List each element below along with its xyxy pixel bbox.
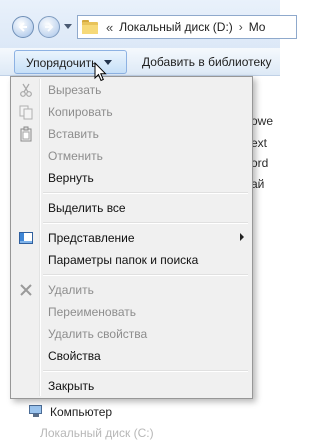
menu-item-label: Параметры папок и поиска (48, 253, 199, 267)
menu-item-label: Переименовать (48, 305, 136, 319)
menu-item-copy[interactable]: Копировать (13, 101, 250, 123)
copy-icon (19, 105, 33, 120)
file-name-fragment[interactable]: ай (251, 177, 264, 191)
menu-separator (43, 192, 248, 194)
menu-item-label: Выделить все (48, 201, 126, 215)
menu-item-label: Копировать (48, 105, 113, 119)
menu-item-label: Удалить свойства (48, 327, 148, 341)
nav-item-faded[interactable]: Локальный диск (C:) (40, 426, 154, 440)
address-area: « Локальный диск (D:) › Mo (0, 0, 297, 48)
menu-item-delete[interactable]: Удалить (13, 279, 250, 301)
submenu-arrow-icon (240, 233, 244, 241)
clipboard-icon (20, 126, 32, 142)
menu-item-label: Вырезать (48, 83, 102, 97)
menu-item-undo[interactable]: Отменить (13, 145, 250, 167)
menu-item-close[interactable]: Закрыть (13, 375, 250, 397)
menu-item-properties[interactable]: Свойства (13, 345, 250, 367)
menu-item-paste[interactable]: Вставить (13, 123, 250, 145)
menu-separator (43, 370, 248, 372)
menu-item-label: Свойства (48, 349, 101, 363)
menu-item-label: Отменить (48, 149, 103, 163)
navigation-pane: Компьютер Локальный диск (C:) (0, 400, 280, 440)
menu-item-label: Удалить (48, 283, 94, 297)
forward-arrow-icon (45, 22, 54, 32)
folder-icon (82, 19, 98, 34)
breadcrumb-separator[interactable]: › (239, 20, 243, 34)
breadcrumb-current[interactable]: Mo (249, 20, 266, 34)
menu-item-label: Вставить (48, 127, 99, 141)
menu-item-redo[interactable]: Вернуть (13, 167, 250, 189)
menu-item-label: Вернуть (48, 171, 94, 185)
menu-item-cut[interactable]: Вырезать (13, 79, 250, 101)
delete-x-icon (20, 284, 32, 296)
nav-item-label: Компьютер (50, 405, 113, 419)
organize-label: Упорядочить (26, 56, 98, 70)
menu-item-select-all[interactable]: Выделить все (13, 197, 250, 219)
menu-separator (43, 222, 248, 224)
menu-item-label: Закрыть (48, 379, 95, 393)
command-bar: Упорядочить Добавить в библиотеку (0, 48, 280, 76)
menu-separator (43, 274, 248, 276)
computer-icon (28, 405, 44, 419)
recent-pages-dropdown-icon[interactable] (64, 24, 72, 29)
scissors-icon (20, 83, 32, 97)
file-name-fragment[interactable]: ext (251, 136, 267, 150)
add-to-library-button[interactable]: Добавить в библиотеку (142, 55, 272, 69)
back-button[interactable] (12, 16, 34, 38)
organize-button[interactable]: Упорядочить (14, 50, 127, 74)
nav-item-computer[interactable]: Компьютер (28, 405, 112, 419)
menu-item-view[interactable]: Представление (13, 227, 250, 249)
file-name-fragment[interactable]: owe (251, 114, 273, 128)
back-arrow-icon (18, 22, 27, 32)
organize-menu: Вырезать Копировать Вставить Отменить Ве… (10, 76, 253, 399)
breadcrumb-overflow[interactable]: « (106, 20, 113, 35)
address-bar[interactable]: « Локальный диск (D:) › Mo (77, 15, 297, 39)
file-name-fragment[interactable]: ord (251, 156, 268, 170)
menu-item-rename[interactable]: Переименовать (13, 301, 250, 323)
layout-icon (19, 232, 33, 244)
forward-button[interactable] (38, 16, 60, 38)
menu-item-remove-properties[interactable]: Удалить свойства (13, 323, 250, 345)
breadcrumb-disk[interactable]: Локальный диск (D:) (119, 20, 233, 34)
mouse-cursor-icon (94, 62, 107, 82)
menu-item-label: Представление (48, 231, 135, 245)
menu-item-folder-options[interactable]: Параметры папок и поиска (13, 249, 250, 271)
